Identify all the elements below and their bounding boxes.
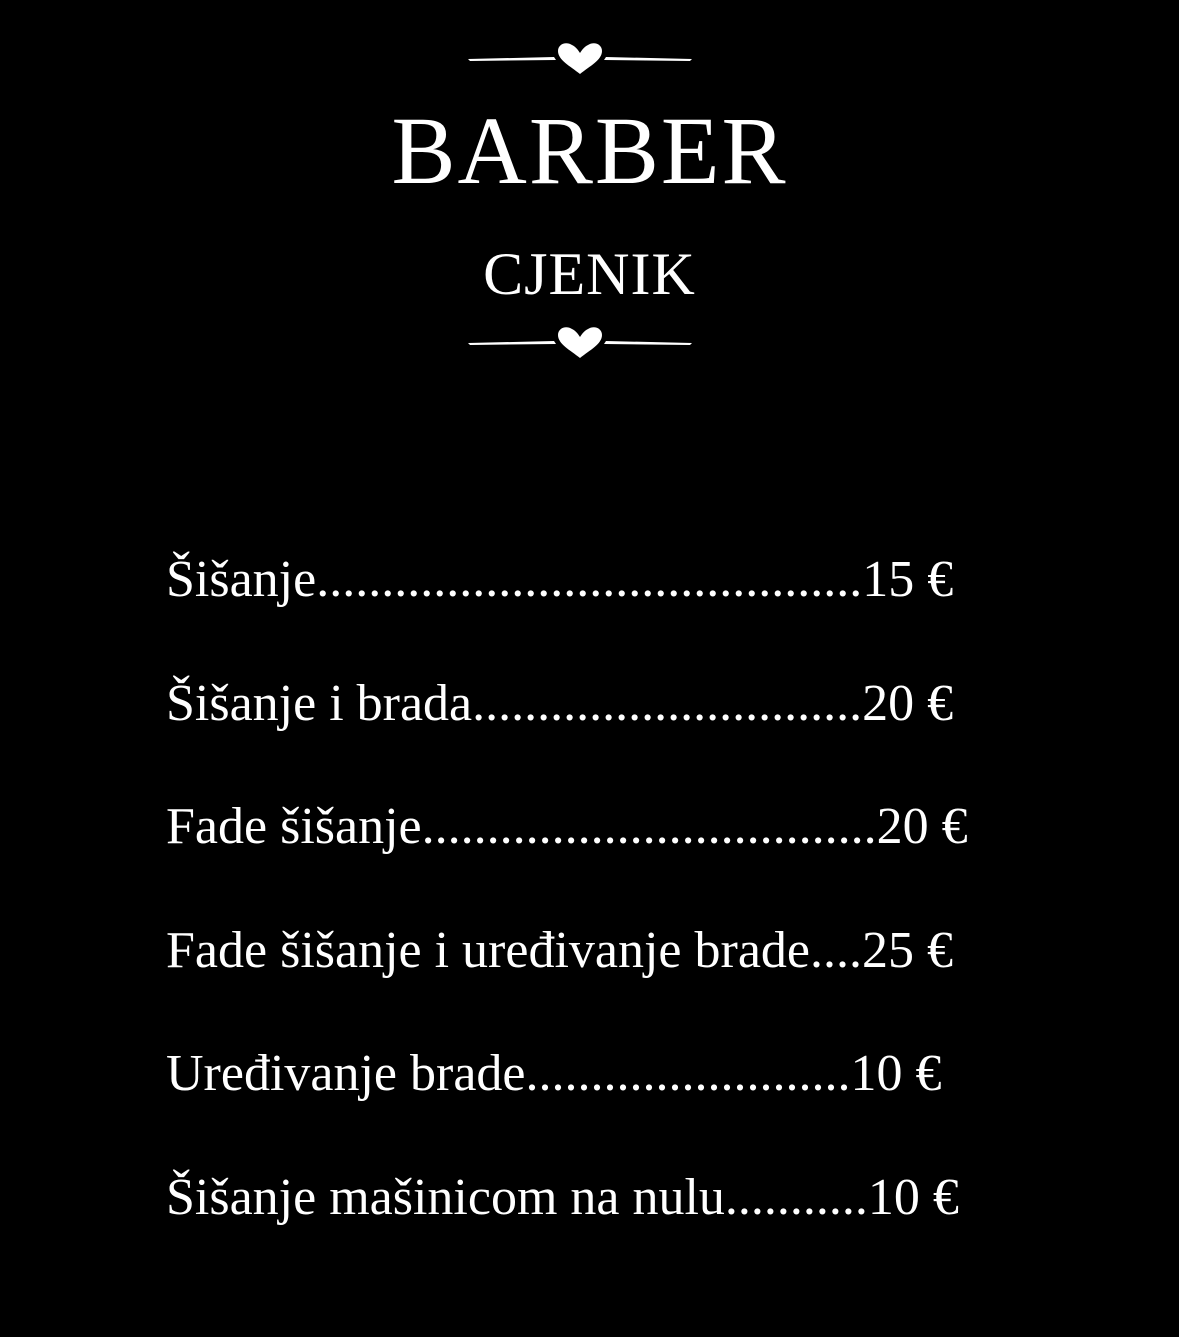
- page-subtitle: CJENIK: [483, 241, 696, 307]
- heart-divider-icon: [466, 38, 694, 78]
- page-title: BARBER: [391, 97, 788, 204]
- heart-divider-icon: [466, 322, 694, 362]
- price-list-item: Uređivanje brade........................…: [166, 1045, 942, 1102]
- price-list: Šišanje.................................…: [166, 548, 1066, 1289]
- price-list-item: Šišanje i brada.........................…: [166, 674, 954, 732]
- price-list-item: Šišanje mašinicom na nulu...........10 €: [166, 1168, 959, 1226]
- price-list-item: Fade šišanje............................…: [166, 798, 968, 855]
- price-list-item: Šišanje.................................…: [166, 551, 954, 608]
- price-list-item: Fade šišanje i uređivanje brade....25 €: [166, 921, 953, 979]
